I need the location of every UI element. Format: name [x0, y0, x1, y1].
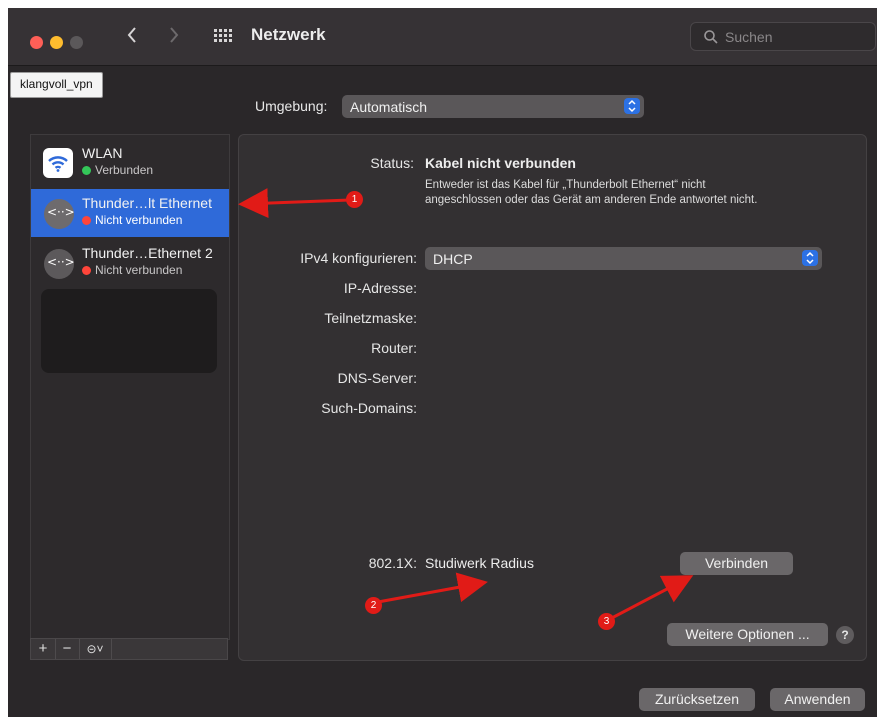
annotation-arrows	[238, 188, 694, 622]
annotation-marker-2: 2	[365, 597, 382, 614]
annotation-marker-1: 1	[346, 191, 363, 208]
annotation-arrow-2	[377, 572, 488, 604]
annotation-marker-3: 3	[598, 613, 615, 630]
annotation-arrow-1	[238, 188, 351, 219]
annotation-arrow-3	[607, 575, 694, 622]
